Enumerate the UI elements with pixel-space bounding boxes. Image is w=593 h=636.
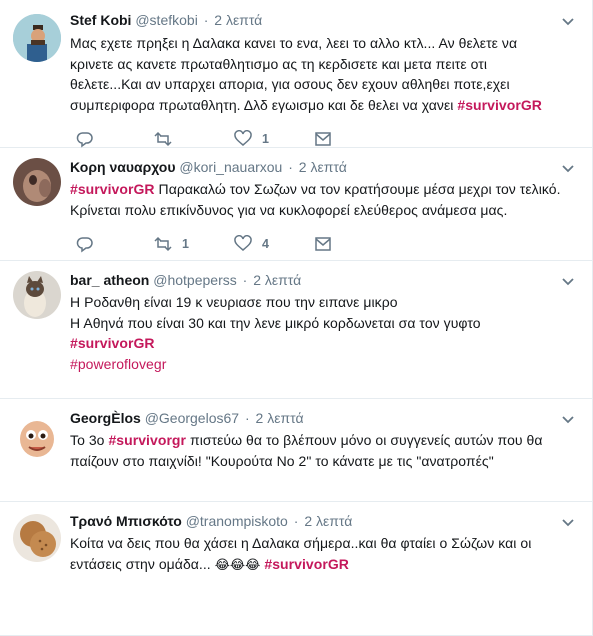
like-button[interactable]: 4 [234, 234, 269, 254]
fullname[interactable]: Κορη ναυαρχου [70, 159, 176, 175]
avatar-image [13, 271, 61, 319]
avatar[interactable] [13, 271, 61, 319]
like-count: 4 [262, 237, 269, 251]
tweet-timeline: Stef Kobi @stefkobi · 2 λεπτά Μας εχετε … [0, 0, 593, 636]
tweet-text-line: Κοίτα να δεις που θα χάσει η Δαλακα σήμε… [70, 535, 532, 551]
tweet-text-span: πιστεύω θα το βλέπουν μόνο οι συγγενείς … [186, 432, 543, 448]
timestamp[interactable]: 2 λεπτά [304, 513, 352, 529]
timestamp[interactable]: 2 λεπτά [214, 12, 262, 28]
tweet-header: Κορη ναυαρχου @kori_nauarxou · 2 λεπτά [70, 148, 592, 176]
retweet-count: 1 [182, 237, 189, 251]
reply-button[interactable] [76, 234, 94, 254]
avatar-image [13, 514, 61, 562]
fullname[interactable]: Τρανό Μπισκότο [70, 513, 182, 529]
direct-message-button[interactable] [314, 234, 332, 254]
tweet-text-line: #survivorGR Παρακαλώ τον Σωζων να τον κρ… [70, 179, 592, 200]
direct-message-button[interactable] [314, 129, 332, 149]
fullname[interactable]: bar_ atheon [70, 272, 149, 288]
separator-dot: · [288, 159, 293, 175]
hashtag-link[interactable]: #survivorGR [457, 97, 542, 113]
retweet-icon [154, 236, 172, 252]
tweet-text-line: εντάσεις στην ομάδα... 😂😂😂 #survivorGR [70, 554, 592, 576]
tweet[interactable]: Τρανό Μπισκότο @tranompiskoto · 2 λεπτά … [0, 502, 592, 636]
chevron-down-icon[interactable] [560, 14, 576, 30]
separator-dot: · [293, 513, 299, 529]
reply-icon [76, 132, 93, 148]
chevron-down-icon[interactable] [560, 274, 576, 290]
chevron-down-icon[interactable] [560, 515, 576, 531]
avatar[interactable] [13, 14, 61, 62]
tweet-text: #survivorGR Παρακαλώ τον Σωζων να τον κρ… [70, 176, 592, 220]
avatar-image [13, 14, 61, 62]
tweet[interactable]: Κορη ναυαρχου @kori_nauarxou · 2 λεπτά #… [0, 148, 592, 261]
tweet-text-line: Το 3ο #survivorgr πιστεύω θα το βλέπουν … [70, 430, 592, 451]
tweet[interactable]: GeorgÈlos @Georgelos67 · 2 λεπτά Το 3ο #… [0, 399, 592, 502]
chevron-down-icon[interactable] [560, 412, 576, 428]
handle[interactable]: @tranompiskoto [186, 513, 288, 529]
tweet-text: Μας εχετε πρηξει η Δαλακα κανει το ενα, … [70, 29, 592, 115]
tweet-header: Stef Kobi @stefkobi · 2 λεπτά [70, 0, 592, 29]
handle[interactable]: @Georgelos67 [145, 410, 239, 426]
tweet-text-line: συμπεριφορα πρωταθλητη. Δλδ εγωισμο και … [70, 95, 592, 116]
like-button[interactable]: 1 [234, 129, 269, 149]
tweet-text-line: Κρίνεται πολυ επικίνδυνος για να κυκλοφο… [70, 201, 508, 218]
heart-icon [234, 235, 252, 251]
hashtag-link[interactable]: #survivorGR [264, 556, 349, 572]
avatar-image [13, 158, 61, 206]
reply-icon [76, 237, 93, 253]
hashtag-link[interactable]: #survivorGR [70, 181, 155, 197]
reply-button[interactable] [76, 129, 94, 149]
avatar[interactable] [13, 413, 61, 461]
like-count: 1 [262, 132, 269, 146]
fullname[interactable]: GeorgÈlos [70, 410, 141, 426]
envelope-icon [315, 237, 331, 251]
retweet-button[interactable] [154, 129, 182, 149]
tweet-text-span: Το 3ο [70, 432, 109, 448]
handle[interactable]: @hotpeperss [153, 272, 236, 288]
tweet-text-line: κρινετε ας κανετε πρωταθλητισμο ας τη κε… [70, 55, 487, 72]
tweet-text: Το 3ο #survivorgr πιστεύω θα το βλέπουν … [70, 427, 592, 471]
retweet-icon [154, 131, 172, 147]
tweet-header: GeorgÈlos @Georgelos67 · 2 λεπτά [70, 399, 592, 427]
separator-dot: · [242, 272, 248, 288]
hashtag-link[interactable]: #survivorGR [70, 335, 155, 351]
tweet-text-line: θελετε...Και αν υπαρχει απορια, για οσου… [70, 76, 510, 92]
hashtag-link[interactable]: #poweroflovegr [70, 356, 166, 372]
heart-icon [234, 130, 252, 146]
fullname[interactable]: Stef Kobi [70, 12, 131, 28]
envelope-icon [315, 132, 331, 146]
retweet-button[interactable]: 1 [154, 234, 189, 254]
tweet-text-line: παίζουν στο παιχνίδι! "Κουρούτα Νο 2" το… [70, 452, 494, 469]
chevron-down-icon[interactable] [560, 161, 576, 177]
tweet-text-span: συμπεριφορα πρωταθλητη. Δλδ εγωισμο και … [70, 96, 458, 113]
avatar[interactable] [13, 158, 61, 206]
emoji-span: 😂😂😂 [214, 556, 261, 572]
tweet-text: Κοίτα να δεις που θα χάσει η Δαλακα σήμε… [70, 530, 592, 575]
handle[interactable]: @kori_nauarxou [179, 159, 282, 175]
tweet-header: bar_ atheon @hotpeperss · 2 λεπτά [70, 261, 592, 289]
tweet-text-line: #poweroflovegr [70, 354, 592, 375]
avatar-image [13, 413, 61, 461]
tweet-text-line: #survivorGR [70, 333, 592, 354]
handle[interactable]: @stefkobi [135, 12, 197, 28]
tweet-text-span: εντάσεις στην ομάδα... [70, 555, 215, 572]
tweet-text-line: Η Αθηνά που είναι 30 και την λενε μικρό … [70, 314, 481, 331]
tweet-header: Τρανό Μπισκότο @tranompiskoto · 2 λεπτά [70, 502, 592, 530]
tweet[interactable]: bar_ atheon @hotpeperss · 2 λεπτά Η Ροδα… [0, 261, 592, 399]
tweet-text-span: Παρακαλώ τον Σωζων να τον κρατήσουμε μέσ… [154, 181, 561, 197]
tweet-text: Η Ροδανθη είναι 19 κ νευριασε που την ει… [70, 289, 592, 374]
timestamp[interactable]: 2 λεπτά [299, 159, 347, 175]
tweet[interactable]: Stef Kobi @stefkobi · 2 λεπτά Μας εχετε … [0, 0, 592, 148]
hashtag-link[interactable]: #survivorgr [108, 432, 186, 448]
tweet-actions: 1 4 [70, 234, 592, 256]
timestamp[interactable]: 2 λεπτά [253, 272, 301, 288]
tweet-text-line: Η Ροδανθη είναι 19 κ νευριασε που την ει… [70, 294, 398, 310]
timestamp[interactable]: 2 λεπτά [256, 410, 304, 426]
tweet-text-line: Μας εχετε πρηξει η Δαλακα κανει το ενα, … [70, 35, 518, 51]
separator-dot: · [203, 12, 209, 28]
avatar[interactable] [13, 514, 61, 562]
separator-dot: · [244, 410, 250, 426]
